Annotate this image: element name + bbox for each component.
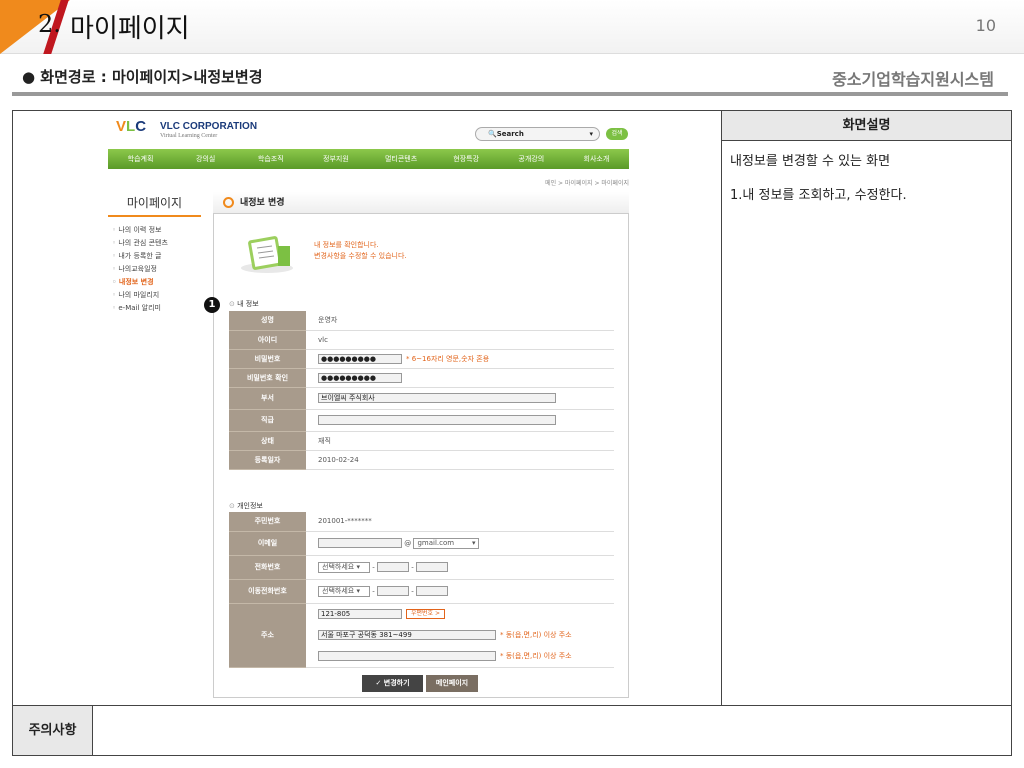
email-at: @ [404,539,412,547]
personal-table: 주민번호 201001-******* 이메일 @ gmail.com ▾ 전화번… [229,512,614,668]
chevron-down-icon: ▾ [589,130,593,138]
address-field[interactable]: 서울 마포구 공덕동 381~499 [318,629,496,640]
sidebar-menu: 나의 이력 정보 나의 관심 콘텐츠 내가 등록한 글 나의교육일정 내정보 변… [112,224,168,315]
phone-last-field[interactable] [415,562,448,572]
description-line: 내정보를 변경할 수 있는 화면 [730,154,891,169]
my-info-table: 성명 운영자 아이디 vlc 비밀번호 ●●●●●●●●● * 6~16자리 영문,숫자… [229,311,614,470]
divider [12,92,1008,96]
main-nav: 학습계획 강의실 학습조직 정부지원 멀티콘텐츠 현장특강 공개강의 회사소개 [108,149,629,169]
slide-header: 2. 마이페이지 10 [0,0,1024,54]
main-title: 내정보 변경 [213,192,629,214]
email-domain-select[interactable]: gmail.com ▾ [413,537,480,549]
nav-item[interactable]: 학습계획 [108,154,173,164]
site-corp-sub: Virtual Learning Center [160,133,218,139]
breadcrumb: 메인 > 마이페이지 > 마이페이지 [545,180,629,187]
page-number: 10 [975,16,996,35]
field-label: 성명 [229,311,306,331]
sidebar-item[interactable]: 내가 등록한 글 [112,250,168,263]
password-hint: * 6~16자리 영문,숫자 혼용 [406,354,490,363]
field-label: 비밀번호 [229,349,306,369]
main-page-button[interactable]: 메인페이지 [426,675,478,692]
search-icon: 🔍 [488,130,497,138]
field-value: 운영자 [306,311,614,331]
sidebar-item[interactable]: 나의 이력 정보 [112,224,168,237]
department-field[interactable]: 브이엘씨 주식회사 [318,393,556,403]
field-value: 201001-******* [306,512,614,532]
search-input[interactable]: 🔍Search ▾ [475,127,600,141]
field-label: 주소 [229,603,306,668]
description-line: 1.내 정보를 조회하고, 수정한다. [730,188,907,203]
field-value: 재직 [306,431,614,451]
field-value: 2010-02-24 [306,450,614,470]
section-my-info: 내 정보 [229,299,259,309]
phone-mid-field[interactable] [376,562,409,572]
email-field[interactable] [318,538,402,548]
password-confirm-field[interactable]: ●●●●●●●●● [318,372,402,383]
sidebar-item[interactable]: 나의 관심 콘텐츠 [112,237,168,250]
password-field[interactable]: ●●●●●●●●● [318,353,402,364]
section-personal: 개인정보 [229,501,263,511]
nav-item[interactable]: 정부지원 [303,154,368,164]
save-button[interactable]: ✓ 변경하기 [362,675,423,692]
rank-field[interactable] [318,415,556,425]
description-header: 화면설명 [722,111,1011,141]
address-detail-field[interactable] [318,650,496,661]
nav-item[interactable]: 학습조직 [238,154,303,164]
frame-divider-h [12,705,1012,706]
nav-item[interactable]: 멀티콘텐츠 [369,154,434,164]
mobile-last-field[interactable] [415,586,448,596]
sidebar-item[interactable]: 나의교육일정 [112,263,168,276]
clipboard-icon [241,236,293,273]
site-corp-name: VLC CORPORATION [160,121,258,132]
nav-item[interactable]: 공개강의 [499,154,564,164]
field-label: 비밀번호 확인 [229,368,306,388]
site-logo[interactable]: VLC [116,118,146,135]
mobile-mid-field[interactable] [376,586,409,596]
sidebar-title: 마이페이지 [108,194,201,217]
sidebar-item-active[interactable]: 내정보 변경 [112,276,168,289]
field-label: 부서 [229,387,306,410]
search-button[interactable]: 검색 [606,128,628,140]
slide-title: 마이페이지 [70,14,190,44]
chevron-down-icon: ▾ [471,538,476,547]
nav-item[interactable]: 강의실 [173,154,238,164]
intro-text: 내 정보를 확인합니다. [314,241,379,249]
field-label: 주민번호 [229,512,306,532]
nav-item[interactable]: 회사소개 [564,154,629,164]
address-hint: * 동(읍,면,리) 이상 주소 [500,651,572,660]
notes-label: 주의사항 [13,706,93,755]
frame-divider [721,110,722,706]
field-label: 이동전화번호 [229,579,306,604]
step-badge: 1 [204,297,220,313]
sidebar-item[interactable]: 나의 마일리지 [112,289,168,302]
sidebar-item[interactable]: e-Mail 알리미 [112,302,168,315]
zip-field[interactable]: 121-805 [318,608,402,619]
address-hint: * 동(읍,면,리) 이상 주소 [500,630,572,639]
phone-prefix-select[interactable]: 선택하세요 ▾ [318,561,370,573]
intro-text: 변경사항을 수정할 수 있습니다. [314,252,407,260]
field-label: 이메일 [229,531,306,556]
field-value: vlc [306,330,614,350]
chevron-down-icon: ▾ [356,562,360,571]
field-label: 상태 [229,431,306,451]
zip-search-button[interactable]: 우편번호 > [406,608,446,619]
field-label: 아이디 [229,330,306,350]
field-label: 등록일자 [229,450,306,470]
system-name: 중소기업학습지원시스템 [832,70,994,89]
slide-number: 2. [38,10,61,38]
field-label: 직급 [229,409,306,432]
chevron-down-icon: ▾ [356,586,360,595]
nav-item[interactable]: 현장특강 [434,154,499,164]
field-label: 전화번호 [229,555,306,580]
screen-path: ● 화면경로 : 마이페이지>내정보변경 [22,68,263,86]
mobile-prefix-select[interactable]: 선택하세요 ▾ [318,585,370,597]
